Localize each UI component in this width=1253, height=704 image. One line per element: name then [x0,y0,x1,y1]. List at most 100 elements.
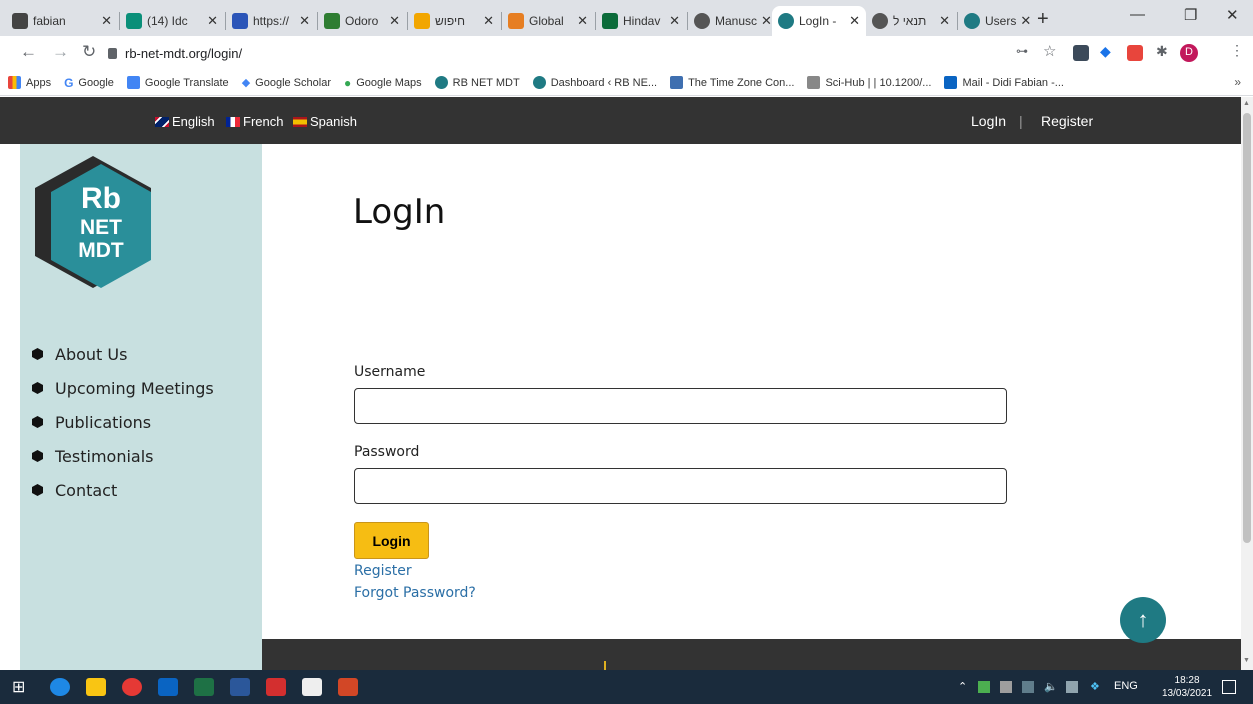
back-arrow-icon[interactable]: ← [20,42,37,62]
word-icon[interactable] [230,678,250,696]
restore-icon[interactable]: ❐ [1184,6,1197,24]
outlook-icon[interactable] [158,678,178,696]
close-icon[interactable]: ✕ [479,13,494,29]
scroll-down-icon[interactable]: ▼ [1243,657,1250,664]
language-french[interactable]: French [226,114,283,129]
browser-tab[interactable]: Manusc ✕ [688,6,772,36]
key-icon[interactable]: ⊶ [1016,44,1032,60]
dropbox-icon[interactable]: ❖ [1090,680,1100,693]
close-icon[interactable]: ✕ [757,13,772,29]
sidebar-item-publications[interactable]: Publications [32,405,214,439]
browser-tab[interactable]: Odoro ✕ [318,6,406,36]
bookmark-google[interactable]: G Google [64,76,114,90]
register-form-link[interactable]: Register [354,563,412,579]
close-icon[interactable]: ✕ [97,13,112,29]
volume-icon[interactable]: 🔈 [1044,680,1058,693]
bookmark-sci-hub[interactable]: Sci-Hub | | 10.1200/... [807,76,931,89]
scholar-extension-icon[interactable]: ◆ [1100,43,1116,59]
sidebar-item-about-us[interactable]: About Us [32,337,214,371]
browser-tab[interactable]: Users ✕ [958,6,1030,36]
profile-avatar[interactable]: D [1180,44,1198,62]
language-english[interactable]: English [155,114,215,129]
page-scrollbar[interactable]: ▲ ▼ [1241,97,1253,670]
browser-tab[interactable]: https:// ✕ [226,6,316,36]
bookmark-rb-net-mdt[interactable]: RB NET MDT [434,76,520,89]
bookmark-dashboard[interactable]: Dashboard ‹ RB NE... [532,76,657,89]
popcorn-app-icon[interactable] [302,678,322,696]
bookmarks-overflow-button[interactable]: » [1234,75,1241,89]
edge-icon[interactable] [50,678,70,696]
excel-icon[interactable] [194,678,214,696]
tray-app-icon[interactable] [1000,681,1012,693]
close-icon[interactable]: ✕ [665,13,680,29]
bookmark-mail[interactable]: Mail - Didi Fabian -... [944,76,1064,89]
close-icon[interactable]: ✕ [1016,13,1030,29]
close-icon[interactable]: ✕ [295,13,310,29]
bookmark-google-maps[interactable]: ● Google Maps [344,76,422,90]
browser-tab[interactable]: fabian ✕ [6,6,118,36]
browser-tab[interactable]: (14) Idc ✕ [120,6,224,36]
browser-tab[interactable]: תנאי ל ✕ [866,6,956,36]
bookmark-apps[interactable]: Apps [8,76,51,89]
file-explorer-icon[interactable] [86,678,106,696]
forgot-password-link[interactable]: Forgot Password? [354,585,476,601]
windows-start-icon[interactable]: ⊞ [12,677,32,696]
browser-tab-active[interactable]: LogIn - ✕ [772,6,866,36]
address-bar[interactable]: rb-net-mdt.org/login/ [108,40,908,66]
new-tab-button[interactable]: + [1037,8,1049,31]
forward-arrow-icon[interactable]: → [52,42,69,62]
browser-tab[interactable]: Hindav ✕ [596,6,686,36]
register-link[interactable]: Register [1041,113,1093,129]
puzzle-icon[interactable]: ✱ [1156,43,1172,59]
bookmark-time-zone[interactable]: The Time Zone Con... [670,76,794,89]
auth-separator: | [1019,113,1023,129]
minimize-icon[interactable]: — [1130,6,1145,23]
scroll-up-icon[interactable]: ▲ [1243,100,1250,107]
browser-tab[interactable]: חיפוש ✕ [408,6,500,36]
scroll-to-top-button[interactable]: ↑ [1120,597,1166,643]
site-icon [434,76,448,89]
sidebar-item-testimonials[interactable]: Testimonials [32,439,214,473]
extension-icon[interactable] [1127,45,1143,61]
tray-app-icon[interactable] [978,681,990,693]
tab-title: (14) Idc [147,14,188,28]
close-icon[interactable]: ✕ [573,13,588,29]
reload-icon[interactable]: ↻ [82,42,96,62]
close-icon[interactable]: ✕ [845,13,860,29]
bookmark-google-translate[interactable]: Google Translate [126,76,229,89]
hexagon-bullet-icon [32,416,43,428]
hexagon-bullet-icon [32,382,43,394]
powerpoint-icon[interactable] [338,678,358,696]
kebab-menu-icon[interactable]: ⋮ [1230,42,1246,58]
browser-tab[interactable]: Global ✕ [502,6,594,36]
close-icon[interactable]: ✕ [385,13,400,29]
login-link[interactable]: LogIn [971,113,1006,129]
hexagon-bullet-icon [32,450,43,462]
system-clock[interactable]: 18:28 13/03/2021 [1162,674,1212,700]
site-logo[interactable]: Rb NET MDT [35,156,155,290]
sidebar-item-contact[interactable]: Contact [32,473,214,507]
acrobat-icon[interactable] [266,678,286,696]
login-button[interactable]: Login [354,522,429,559]
display-icon[interactable] [1066,681,1078,693]
extension-icon[interactable] [1073,45,1089,61]
chrome-icon[interactable] [122,678,142,696]
windows-taskbar: ⊞ ⌃ 🔈 ❖ ENG 18:28 13/03/2021 [0,670,1253,704]
bookmark-google-scholar[interactable]: ◆ Google Scholar [242,76,331,90]
sci-hub-icon [807,76,821,89]
notifications-icon[interactable] [1222,680,1236,694]
star-icon[interactable]: ☆ [1043,42,1059,60]
network-icon[interactable] [1022,681,1034,693]
sidebar-item-upcoming-meetings[interactable]: Upcoming Meetings [32,371,214,405]
window-close-icon[interactable]: ✕ [1226,6,1239,24]
input-language-indicator[interactable]: ENG [1114,680,1138,692]
username-field[interactable] [354,388,1007,424]
tab-favicon-icon [694,13,710,29]
password-field[interactable] [354,468,1007,504]
close-icon[interactable]: ✕ [935,13,950,29]
language-spanish[interactable]: Spanish [293,114,357,129]
chevron-up-icon[interactable]: ⌃ [958,680,967,693]
scrollbar-thumb[interactable] [1243,113,1251,543]
web-page: English French Spanish LogIn | Register … [0,97,1241,670]
close-icon[interactable]: ✕ [203,13,218,29]
